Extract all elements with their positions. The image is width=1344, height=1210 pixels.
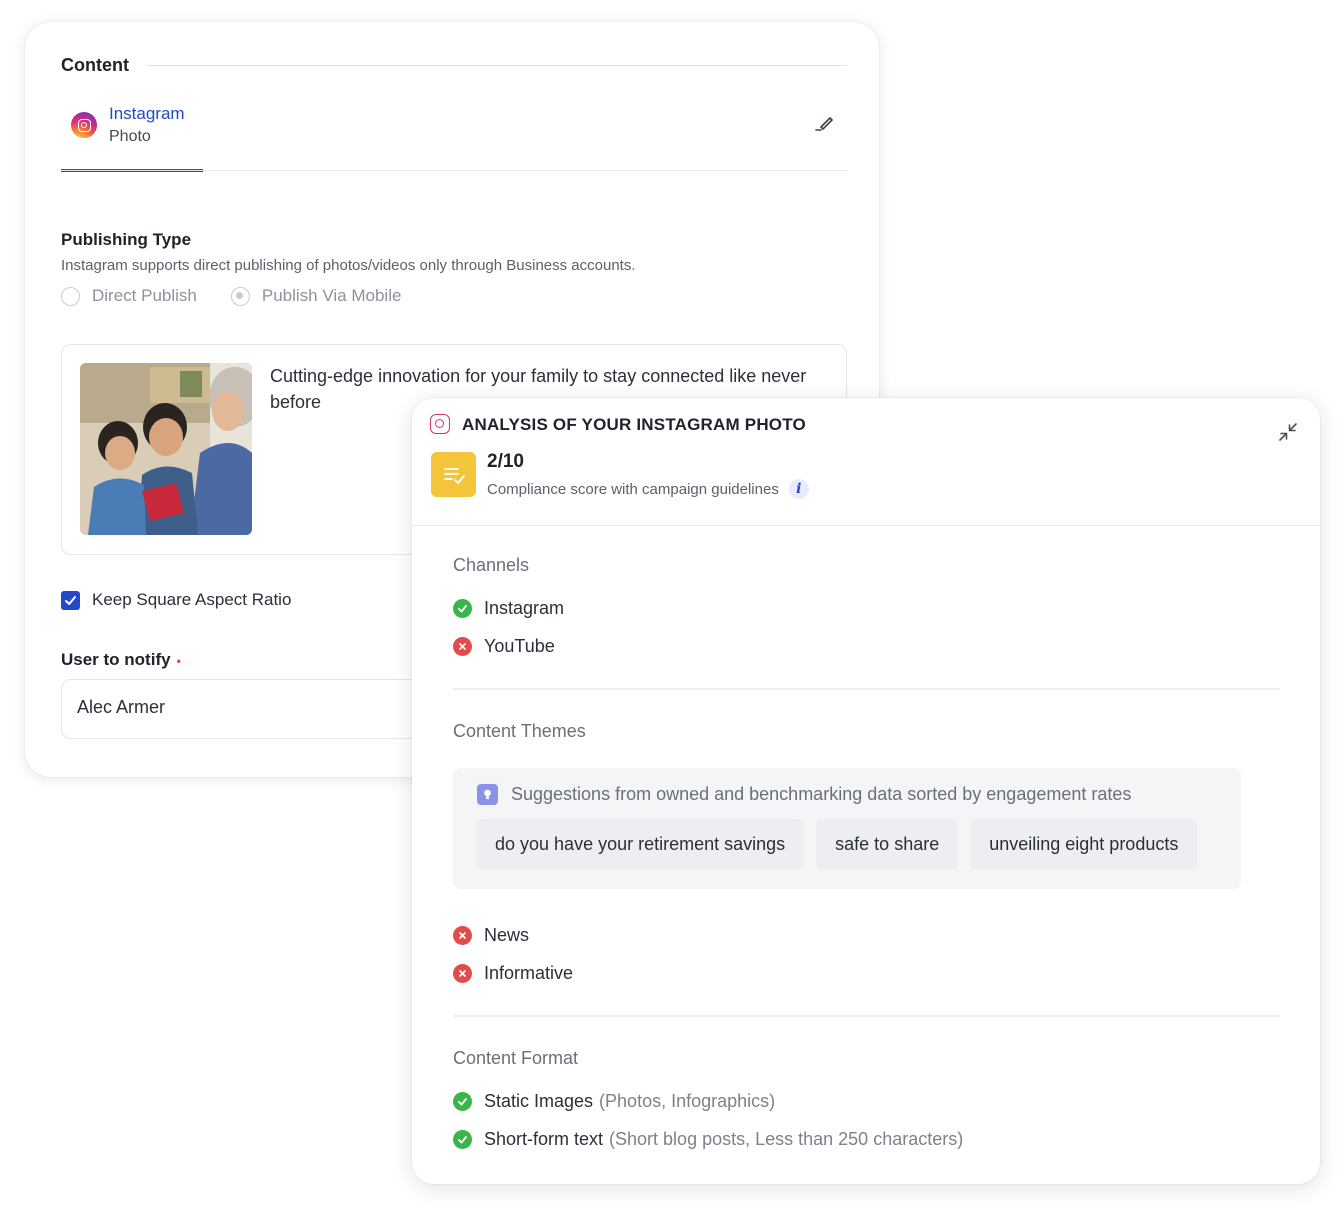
format-label: Short-form text [484, 1129, 604, 1149]
section-divider [453, 1015, 1280, 1017]
analysis-header: ANALYSIS OF YOUR INSTAGRAM PHOTO 2/10 Co… [412, 398, 1320, 526]
checkbox-checked-icon [61, 590, 80, 610]
channel-label: YouTube [484, 636, 555, 656]
analysis-panel: ANALYSIS OF YOUR INSTAGRAM PHOTO 2/10 Co… [412, 398, 1320, 1184]
edit-pencil-icon[interactable] [813, 110, 839, 136]
content-format-heading: Content Format [453, 1048, 579, 1068]
analysis-title: ANALYSIS OF YOUR INSTAGRAM PHOTO [462, 415, 806, 434]
format-detail: (Photos, Infographics) [599, 1091, 776, 1111]
radio-label: Publish Via Mobile [261, 286, 402, 305]
section-divider [146, 65, 847, 66]
radio-direct-publish[interactable]: Direct Publish [61, 286, 197, 306]
required-indicator: • [176, 653, 181, 668]
checkbox-label: Keep Square Aspect Ratio [92, 590, 292, 609]
compliance-score-caption: Compliance score with campaign guideline… [487, 479, 809, 499]
theme-label: Informative [484, 963, 574, 983]
format-label: Static Images [484, 1091, 594, 1111]
user-to-notify-label: User to notify • [61, 650, 181, 670]
check-circle-icon [453, 599, 472, 618]
suggestion-chip[interactable]: safe to share [816, 819, 959, 870]
theme-label: News [484, 925, 530, 945]
publishing-type-options: Direct Publish Publish Via Mobile [61, 286, 435, 306]
lightbulb-icon [477, 784, 498, 805]
format-detail: (Short blog posts, Less than 250 charact… [609, 1129, 964, 1149]
section-divider [453, 688, 1280, 690]
compliance-score-label: Compliance score with campaign guideline… [487, 480, 779, 498]
content-themes-heading: Content Themes [453, 721, 586, 741]
list-item: Short-form text (Short blog posts, Less … [453, 1129, 963, 1150]
cross-circle-icon [453, 964, 472, 983]
tab-divider [61, 170, 847, 171]
suggestion-chip[interactable]: unveiling eight products [970, 819, 1198, 870]
tab-instagram-photo[interactable]: Instagram Photo [61, 100, 203, 172]
collapse-icon[interactable] [1276, 420, 1300, 444]
suggestion-chips: do you have your retirement savings safe… [476, 819, 1209, 870]
content-section-header: Content [61, 55, 847, 76]
radio-circle-icon [61, 286, 80, 306]
post-photo [80, 363, 252, 535]
section-title: Content [61, 55, 129, 75]
instagram-logo-icon [71, 112, 97, 138]
radio-label: Direct Publish [92, 286, 197, 305]
list-item: Instagram [453, 598, 564, 619]
channel-label: Instagram [484, 598, 565, 618]
radio-selected-icon [230, 286, 250, 306]
compliance-score: 2/10 [487, 451, 524, 472]
radio-publish-via-mobile[interactable]: Publish Via Mobile [230, 286, 402, 306]
list-item: Informative [453, 963, 573, 984]
check-circle-icon [453, 1092, 472, 1111]
cross-circle-icon [453, 926, 472, 945]
list-item: News [453, 925, 529, 946]
channels-heading: Channels [453, 555, 530, 575]
channel-post-type: Photo [109, 128, 151, 145]
suggestions-description: Suggestions from owned and benchmarking … [511, 784, 1132, 804]
list-item: YouTube [453, 636, 555, 657]
user-to-notify-text: User to notify [61, 650, 171, 669]
list-item: Static Images (Photos, Infographics) [453, 1091, 775, 1112]
cross-circle-icon [453, 637, 472, 656]
info-icon[interactable]: i [788, 479, 809, 499]
suggestions-box: Suggestions from owned and benchmarking … [453, 768, 1241, 889]
publishing-type-heading: Publishing Type [61, 230, 192, 249]
instagram-outline-icon [430, 414, 450, 434]
channel-name: Instagram [109, 104, 185, 123]
publishing-type-description: Instagram supports direct publishing of … [61, 257, 636, 274]
suggestion-chip[interactable]: do you have your retirement savings [476, 819, 805, 870]
keep-square-checkbox[interactable]: Keep Square Aspect Ratio [61, 590, 291, 610]
compliance-checklist-icon [431, 452, 476, 497]
check-circle-icon [453, 1130, 472, 1149]
